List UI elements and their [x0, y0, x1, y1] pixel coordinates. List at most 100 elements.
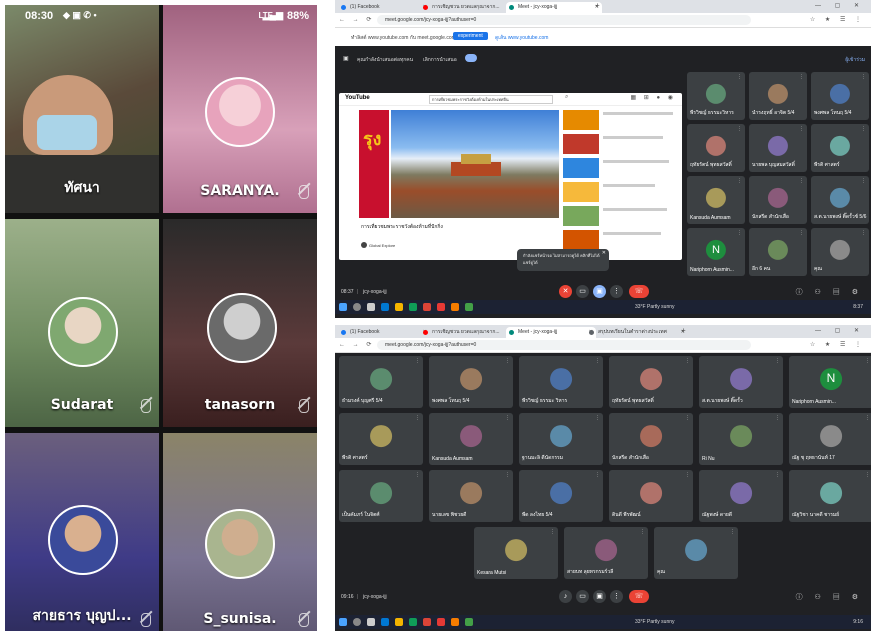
participant-tile[interactable]: ⋮ พีรดิ ศาสตร์	[811, 124, 869, 172]
participant-tile[interactable]: ⋮ คุณ	[654, 527, 738, 579]
weather-status[interactable]: 33°F Partly sunny	[635, 304, 675, 310]
participant-tile[interactable]: N ⋮ Nariphorn Ausmin...	[789, 356, 871, 408]
search-icon[interactable]: ⌕	[565, 94, 568, 101]
channel-name[interactable]: Global Explore	[369, 243, 395, 248]
rec-thumb[interactable]	[563, 206, 599, 226]
youtube-toolbar-icons[interactable]: ▦ ⊞ ● ◉	[630, 94, 676, 101]
new-tab-icon[interactable]: +	[595, 1, 600, 10]
folder-icon[interactable]	[395, 618, 403, 626]
participant-tile[interactable]: ⋮ อีก 6 คน	[749, 228, 807, 276]
task-view-icon[interactable]	[367, 303, 375, 311]
participant-tile[interactable]: สายธาร บุญป...	[5, 433, 159, 631]
participant-tile[interactable]: ทัศนา	[5, 5, 159, 213]
tile-menu-icon[interactable]: ⋮	[775, 358, 780, 364]
weather-status[interactable]: 33°F Partly sunny	[635, 619, 675, 625]
participant-tile[interactable]: ⋮ พีรวิชญ์ ธรรมะ วิหาร	[519, 356, 603, 408]
participant-tile[interactable]: ⋮ ณัฐพงษ์ ดายดี	[699, 470, 783, 522]
more-options-button[interactable]: ⋮	[610, 590, 623, 603]
task-view-icon[interactable]	[367, 618, 375, 626]
browser-tab[interactable]: การเชิญชวน ยวดแลกุณาจาก...✕	[420, 2, 516, 13]
video-player[interactable]	[391, 110, 559, 218]
tile-menu-icon[interactable]: ⋮	[737, 230, 742, 236]
nav-buttons[interactable]: ← → ⟳	[339, 16, 374, 23]
tile-menu-icon[interactable]: ⋮	[865, 358, 870, 364]
participant-tile[interactable]: ⋮ ฤทัยรัตน์ พุทธสวัสดิ์	[687, 124, 745, 172]
more-options-button[interactable]: ⋮	[610, 285, 623, 298]
participant-tile[interactable]: ⋮ Kesara Mutsi	[474, 527, 558, 579]
camera-button[interactable]: ▭	[576, 285, 589, 298]
tile-menu-icon[interactable]: ⋮	[865, 472, 870, 478]
participant-tile[interactable]: tanasorn	[163, 219, 317, 427]
participant-tile[interactable]: ⋮ พงศพล โทนฤ 5/4	[429, 356, 513, 408]
bookmark-button[interactable]: experiment	[453, 32, 488, 40]
tile-menu-icon[interactable]: ⋮	[737, 178, 742, 184]
youtube-search-input[interactable]: การเที่ยวชมพระราชวังต้องห้ามในประเทศจีน	[429, 95, 553, 104]
participant-tile[interactable]: ⋮ ณัฐวิชา นาคดี ชารมย์	[789, 470, 871, 522]
tile-menu-icon[interactable]: ⋮	[799, 230, 804, 236]
participant-tile[interactable]: ⋮ ฤทัยรัตน์ พุทธสวัสดิ์	[609, 356, 693, 408]
search-icon[interactable]	[353, 303, 361, 311]
tile-menu-icon[interactable]: ⋮	[595, 415, 600, 421]
window-controls[interactable]: — ▢ ✕	[815, 327, 865, 334]
meeting-side-icons[interactable]: ⓘ ⚇ ▤ ⚙	[796, 287, 863, 297]
participant-tile[interactable]: S_sunisa.	[163, 433, 317, 631]
url-field[interactable]: meet.google.com/jcy-xoga-ijj?authuser=0	[377, 15, 751, 25]
tile-menu-icon[interactable]: ⋮	[861, 230, 866, 236]
browser-tab-active[interactable]: Meet - jcy-xoga-ijj✕	[506, 327, 596, 338]
app-icon[interactable]	[437, 618, 445, 626]
edge-icon[interactable]	[381, 618, 389, 626]
app-icon[interactable]	[451, 618, 459, 626]
app-icon[interactable]	[437, 303, 445, 311]
participant-tile[interactable]: ⋮ ธำมรงค์ บุญศรี 5/4	[339, 356, 423, 408]
tile-menu-icon[interactable]: ⋮	[799, 74, 804, 80]
participant-tile[interactable]: ⋮ ฐานมะลิ ดีนัดกรรม	[519, 413, 603, 465]
tile-menu-icon[interactable]: ⋮	[640, 529, 645, 535]
bookmark[interactable]: ทำลิสต์ www.youtube.com กับ meet.google.…	[351, 34, 456, 42]
search-icon[interactable]	[353, 618, 361, 626]
tile-menu-icon[interactable]: ⋮	[861, 126, 866, 132]
rec-thumb[interactable]	[563, 110, 599, 130]
tile-menu-icon[interactable]: ⋮	[730, 529, 735, 535]
participant-tile[interactable]: N ⋮ Nariphorn Ausmin...	[687, 228, 745, 276]
channel-avatar[interactable]	[361, 242, 367, 248]
rec-thumb[interactable]	[563, 230, 599, 250]
tile-menu-icon[interactable]: ⋮	[685, 415, 690, 421]
tile-menu-icon[interactable]: ⋮	[550, 529, 555, 535]
browser-tab[interactable]: (1) Facebook✕	[338, 327, 430, 338]
participant-tile[interactable]: ⋮ นายพล บุญสมสวัสดิ์	[749, 124, 807, 172]
tile-menu-icon[interactable]: ⋮	[415, 415, 420, 421]
tile-menu-icon[interactable]: ⋮	[505, 472, 510, 478]
toolbar-icons[interactable]: ☆ ★ ☰ ⋮	[810, 16, 865, 23]
app-icon[interactable]	[409, 303, 417, 311]
participant-tile[interactable]: ⋮ คุณ	[811, 228, 869, 276]
app-icon[interactable]	[409, 618, 417, 626]
participant-tile[interactable]: ⋮ ณัฐ ชุ ฤทธานันท์ 17	[789, 413, 871, 465]
present-button[interactable]: ▣	[593, 590, 606, 603]
participant-tile[interactable]: ⋮ พีด ลงไทย 5/4	[519, 470, 603, 522]
tile-menu-icon[interactable]: ⋮	[595, 472, 600, 478]
chrome-icon[interactable]	[465, 303, 473, 311]
participant-tile[interactable]: ⋮ Ri Nu	[699, 413, 783, 465]
tile-menu-icon[interactable]: ⋮	[415, 472, 420, 478]
chrome-icon[interactable]	[465, 618, 473, 626]
present-button[interactable]: ▣	[593, 285, 606, 298]
bookmark[interactable]: ดูเส้น www.youtube.com	[495, 34, 548, 42]
participants-link[interactable]: ผู้เข้าร่วม	[845, 56, 865, 64]
mic-off-button[interactable]: ✕	[559, 285, 572, 298]
tile-menu-icon[interactable]: ⋮	[505, 358, 510, 364]
new-tab-icon[interactable]: +	[681, 326, 686, 335]
stop-presenting-button[interactable]: เลิกการนำเสนอ	[423, 56, 457, 64]
tile-menu-icon[interactable]: ⋮	[775, 472, 780, 478]
tile-menu-icon[interactable]: ⋮	[861, 178, 866, 184]
participant-tile[interactable]: ⋮ พีรวิชญ์ ธรรมะวิหาร	[687, 72, 745, 120]
browser-tab[interactable]: การเชิญชวน ยวดแลกุณาจาก...✕	[420, 327, 516, 338]
app-icon[interactable]	[423, 303, 431, 311]
tile-menu-icon[interactable]: ⋮	[865, 415, 870, 421]
url-field[interactable]: meet.google.com/jcy-xoga-ijj?authuser=0	[377, 340, 751, 350]
participant-tile[interactable]: ⋮ ดินดี พีรพัฒน์	[609, 470, 693, 522]
folder-icon[interactable]	[395, 303, 403, 311]
taskbar-clock[interactable]: 9:16	[853, 619, 863, 625]
participant-tile[interactable]: ⋮ Kansuda Aumsam	[687, 176, 745, 224]
browser-tab[interactable]: สรุปบทเรียนในตำราต่างประเทศ ✕	[586, 327, 688, 338]
rec-thumb[interactable]	[563, 182, 599, 202]
